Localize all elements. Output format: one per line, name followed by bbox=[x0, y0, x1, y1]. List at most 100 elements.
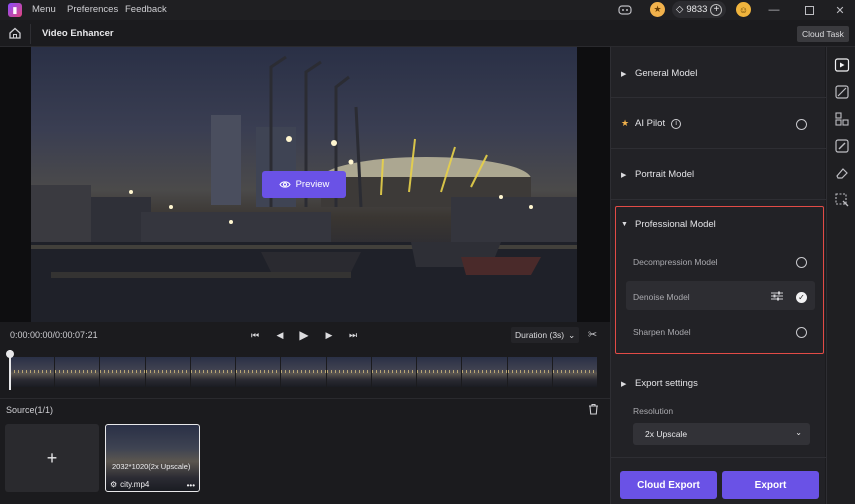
skip-back-icon[interactable]: ⏮ bbox=[248, 328, 262, 342]
sharpen-model-item[interactable]: Sharpen Model bbox=[633, 327, 691, 337]
preferences-button[interactable]: Preferences bbox=[67, 4, 118, 15]
general-model-label: General Model bbox=[635, 68, 698, 79]
right-toolbar bbox=[826, 47, 855, 504]
timeline[interactable] bbox=[10, 357, 598, 387]
playhead-handle[interactable] bbox=[6, 350, 14, 358]
resolution-value: 2x Upscale bbox=[645, 429, 688, 439]
decompression-model-radio[interactable] bbox=[796, 257, 807, 268]
chevron-down-icon: ⌄ bbox=[568, 329, 576, 340]
eraser-tool-icon[interactable] bbox=[834, 165, 850, 181]
info-icon[interactable]: i bbox=[671, 118, 682, 129]
sliders-icon[interactable] bbox=[771, 291, 783, 301]
timeline-frame bbox=[10, 357, 56, 387]
menu-button[interactable]: Menu bbox=[32, 4, 56, 15]
plus-icon: + bbox=[46, 447, 58, 468]
export-settings-label: Export settings bbox=[635, 378, 698, 389]
cloud-export-button[interactable]: Cloud Export bbox=[620, 471, 717, 499]
decompression-model-item[interactable]: Decompression Model bbox=[633, 257, 718, 267]
timeline-frame bbox=[417, 357, 463, 387]
source-label: Source(1/1) bbox=[6, 405, 54, 415]
timeline-frame bbox=[552, 357, 598, 387]
timeline-frame bbox=[371, 357, 418, 387]
denoise-model-radio-checked[interactable]: ✓ bbox=[796, 292, 807, 303]
timeline-frame bbox=[100, 357, 146, 387]
close-icon[interactable]: ✕ bbox=[832, 2, 848, 18]
credits-badge[interactable]: ◇ 9833 + bbox=[672, 1, 727, 18]
ai-pilot-section[interactable]: ★ AI Pilot i bbox=[611, 98, 826, 149]
diamond-icon: ◇ bbox=[676, 4, 684, 15]
ai-select-tool-icon[interactable] bbox=[834, 192, 850, 208]
timeline-frame bbox=[281, 357, 327, 387]
star-icon: ★ bbox=[621, 118, 630, 128]
expand-arrow-icon: ▶ bbox=[621, 70, 627, 78]
ai-pilot-label: AI Pilot bbox=[635, 118, 666, 129]
app-logo-icon: ▮ bbox=[8, 3, 22, 17]
settings-icon[interactable]: ⚙ bbox=[110, 480, 117, 489]
add-credits-icon[interactable]: + bbox=[710, 3, 723, 16]
general-model-section[interactable]: ▶ General Model bbox=[611, 47, 826, 98]
avatar-icon[interactable]: ☺ bbox=[736, 2, 751, 17]
general-model-header[interactable]: ▶ General Model bbox=[621, 68, 697, 79]
home-icon[interactable] bbox=[8, 26, 24, 42]
image-enhance-tool-icon[interactable] bbox=[834, 84, 850, 100]
minimize-icon[interactable]: — bbox=[766, 2, 782, 18]
portrait-model-section[interactable]: ▶ Portrait Model bbox=[611, 149, 826, 200]
edit-tool-icon[interactable] bbox=[834, 138, 850, 154]
ai-pilot-radio[interactable] bbox=[796, 119, 807, 130]
clip-resolution: 2032*1020(2x Upscale) bbox=[112, 462, 191, 471]
timeline-frame bbox=[190, 357, 237, 387]
skip-forward-icon[interactable]: ⏭ bbox=[346, 328, 360, 342]
cloud-task-button[interactable]: Cloud Task bbox=[797, 26, 849, 42]
denoise-model-item[interactable]: Denoise Model bbox=[633, 292, 690, 302]
resolution-label: Resolution bbox=[633, 406, 674, 416]
divider bbox=[0, 398, 610, 399]
timeline-frame bbox=[55, 357, 101, 387]
feedback-button[interactable]: Feedback bbox=[125, 4, 167, 15]
collapse-arrow-icon: ▼ bbox=[621, 221, 628, 228]
trash-icon[interactable] bbox=[588, 403, 601, 416]
maximize-icon[interactable] bbox=[801, 2, 817, 18]
ai-pilot-header[interactable]: ★ AI Pilot i bbox=[621, 118, 682, 129]
timeline-frame bbox=[326, 357, 372, 387]
timeline-frame bbox=[236, 357, 282, 387]
timeline-frame bbox=[507, 357, 553, 387]
professional-model-header[interactable]: ▼ Professional Model bbox=[621, 219, 716, 230]
header-bar: Video Enhancer bbox=[0, 20, 855, 47]
expand-arrow-icon: ▶ bbox=[621, 380, 627, 388]
preview-area: Preview bbox=[0, 47, 610, 322]
play-icon[interactable]: ▶ bbox=[297, 328, 311, 342]
export-settings-header[interactable]: ▶ Export settings bbox=[621, 378, 698, 389]
step-back-icon[interactable]: ◀ bbox=[273, 328, 287, 342]
duration-label: Duration (3s) bbox=[515, 330, 565, 340]
expand-arrow-icon: ▶ bbox=[621, 171, 627, 179]
layout-tool-icon[interactable] bbox=[834, 111, 850, 127]
sharpen-model-radio[interactable] bbox=[796, 327, 807, 338]
portrait-model-label: Portrait Model bbox=[635, 169, 695, 180]
discord-icon[interactable] bbox=[618, 2, 634, 18]
preview-button[interactable]: Preview bbox=[262, 171, 346, 198]
resolution-select[interactable]: 2x Upscale ⌄ bbox=[633, 423, 810, 445]
video-enhancer-tool-icon[interactable] bbox=[834, 57, 850, 73]
divider bbox=[30, 24, 31, 44]
eye-icon bbox=[278, 181, 291, 188]
professional-model-label: Professional Model bbox=[635, 219, 716, 230]
coin-icon[interactable]: ★ bbox=[650, 2, 665, 17]
credits-count: 9833 bbox=[686, 4, 708, 15]
chevron-down-icon: ⌄ bbox=[795, 428, 802, 437]
step-forward-icon[interactable]: ▶ bbox=[322, 328, 336, 342]
portrait-model-header[interactable]: ▶ Portrait Model bbox=[621, 169, 694, 180]
export-button[interactable]: Export bbox=[722, 471, 819, 499]
add-source-button[interactable]: + bbox=[5, 424, 99, 492]
page-title: Video Enhancer bbox=[42, 28, 114, 39]
title-bar: ▮ Menu Preferences Feedback ★ ◇ 9833 + ☺… bbox=[0, 0, 855, 20]
divider bbox=[611, 457, 826, 458]
duration-dropdown[interactable]: Duration (3s) ⌄ bbox=[511, 327, 580, 343]
scissors-icon[interactable]: ✂ bbox=[588, 328, 602, 342]
more-options-icon[interactable]: ••• bbox=[187, 481, 195, 490]
filmstrip bbox=[10, 357, 598, 387]
model-panel: ▶ General Model ★ AI Pilot i ▶ Portrait … bbox=[610, 47, 826, 504]
timeline-frame bbox=[462, 357, 508, 387]
preview-button-label: Preview bbox=[295, 179, 330, 190]
time-code: 0:00:00:00/0:00:07:21 bbox=[10, 330, 98, 340]
source-clip-thumbnail[interactable]: 2032*1020(2x Upscale) ⚙ city.mp4 ••• bbox=[105, 424, 200, 492]
